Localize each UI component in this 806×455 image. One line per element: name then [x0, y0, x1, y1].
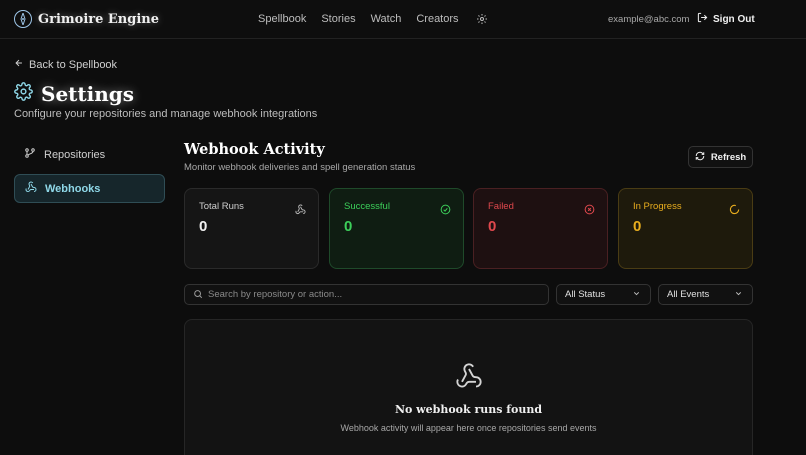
stat-value: 0	[633, 218, 642, 235]
settings-gear-icon	[14, 82, 33, 106]
section-subtitle: Monitor webhook deliveries and spell gen…	[184, 162, 416, 173]
sign-out-button[interactable]: Sign Out	[697, 12, 755, 26]
stat-card-failed: Failed 0	[473, 188, 608, 269]
status-filter-value: All Status	[565, 289, 606, 300]
stat-label: In Progress	[633, 201, 682, 212]
search-icon	[193, 286, 203, 304]
stat-value: 0	[199, 218, 208, 235]
app-name: Grimoire Engine	[38, 11, 160, 27]
x-circle-icon	[584, 202, 595, 220]
webhook-icon	[455, 362, 483, 395]
sidebar-item-webhooks[interactable]: Webhooks	[14, 174, 165, 203]
page-subtitle: Configure your repositories and manage w…	[14, 108, 318, 120]
nav-creators[interactable]: Creators	[416, 13, 458, 25]
back-to-spellbook-link[interactable]: Back to Spellbook	[14, 58, 117, 71]
loader-icon	[729, 202, 740, 220]
empty-state-subtitle: Webhook activity will appear here once r…	[340, 423, 597, 433]
stat-card-successful: Successful 0	[329, 188, 464, 269]
nav-watch[interactable]: Watch	[371, 13, 402, 25]
stat-card-in-progress: In Progress 0	[618, 188, 753, 269]
section-title: Webhook Activity	[184, 141, 325, 158]
back-link-label: Back to Spellbook	[29, 58, 118, 71]
refresh-button[interactable]: Refresh	[688, 146, 753, 168]
sidebar-item-label: Webhooks	[45, 182, 101, 195]
settings-gear-icon[interactable]	[476, 13, 488, 25]
sidebar-item-repositories[interactable]: Repositories	[14, 140, 165, 169]
main-nav: Spellbook Stories Watch Creators	[258, 13, 488, 25]
status-filter-select[interactable]: All Status	[556, 284, 651, 305]
refresh-label: Refresh	[710, 151, 747, 163]
search-field[interactable]	[184, 284, 549, 305]
top-navbar: Grimoire Engine Spellbook Stories Watch …	[0, 0, 806, 39]
nav-stories[interactable]: Stories	[321, 13, 355, 25]
log-out-icon	[697, 12, 708, 26]
check-circle-icon	[440, 202, 451, 220]
user-email: example@abc.com	[608, 14, 690, 25]
events-filter-select[interactable]: All Events	[658, 284, 753, 305]
arrow-left-icon	[14, 58, 24, 71]
stat-label: Failed	[488, 201, 514, 212]
webhook-icon	[25, 181, 37, 196]
stat-card-total-runs: Total Runs 0	[184, 188, 319, 269]
stat-label: Total Runs	[199, 201, 244, 212]
refresh-icon	[695, 151, 705, 164]
page-header: Settings	[14, 82, 134, 106]
brand[interactable]: Grimoire Engine	[14, 10, 159, 28]
events-filter-value: All Events	[667, 289, 710, 300]
git-branch-icon	[24, 147, 36, 162]
nav-spellbook[interactable]: Spellbook	[258, 13, 306, 25]
stat-value: 0	[344, 218, 353, 235]
webhook-icon	[295, 202, 306, 220]
search-input[interactable]	[208, 289, 538, 300]
sign-out-label: Sign Out	[713, 13, 755, 25]
stat-label: Successful	[344, 201, 390, 212]
chevron-down-icon	[734, 289, 743, 301]
page-title: Settings	[41, 82, 135, 106]
chevron-down-icon	[632, 289, 641, 301]
empty-state-title: No webhook runs found	[394, 403, 543, 416]
stat-value: 0	[488, 218, 497, 235]
compass-logo-icon	[14, 10, 32, 28]
sidebar-item-label: Repositories	[44, 148, 106, 161]
webhook-runs-empty-state: No webhook runs found Webhook activity w…	[184, 319, 753, 455]
